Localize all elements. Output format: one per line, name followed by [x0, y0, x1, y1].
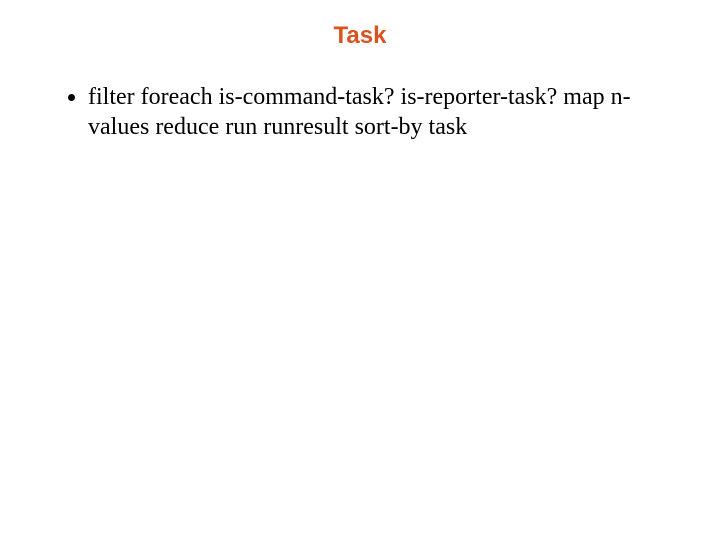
slide-body: filter foreach is-command-task? is-repor… [60, 82, 660, 142]
list-item: filter foreach is-command-task? is-repor… [88, 82, 660, 142]
bullet-list: filter foreach is-command-task? is-repor… [60, 82, 660, 142]
slide-title: Task [0, 22, 720, 50]
slide: Task filter foreach is-command-task? is-… [0, 0, 720, 540]
